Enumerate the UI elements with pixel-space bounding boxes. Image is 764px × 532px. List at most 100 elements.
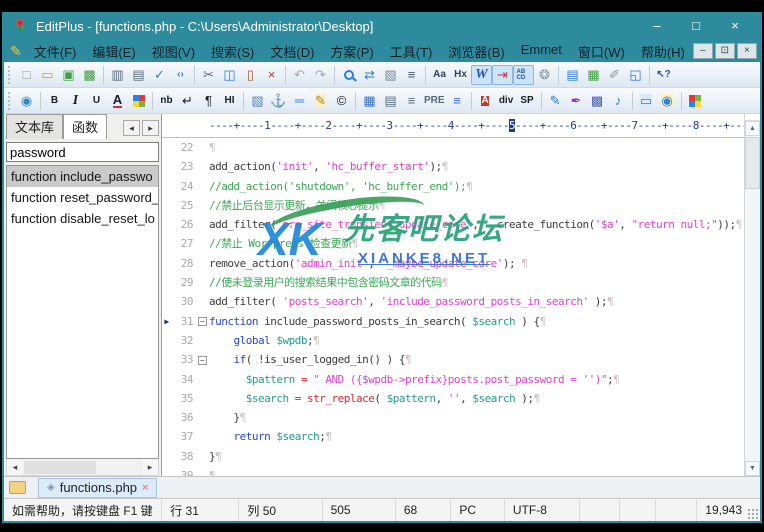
word-wrap-button[interactable]: W bbox=[471, 65, 492, 85]
title-bar[interactable]: EditPlus - [functions.php - C:\Users\Adm… bbox=[4, 12, 760, 40]
sidebar-hscrollbar[interactable]: ◂ ▸ bbox=[6, 459, 159, 476]
syntax-paint-button[interactable]: ✒ bbox=[566, 91, 587, 111]
scroll-down-icon[interactable]: ▼ bbox=[745, 461, 760, 476]
cliptext-window-button[interactable]: ▤ bbox=[562, 65, 583, 85]
toolbar-grip[interactable] bbox=[8, 92, 12, 110]
vscroll-thumb[interactable] bbox=[745, 137, 760, 189]
doc-close-button[interactable]: × bbox=[737, 43, 757, 59]
function-list-item-0[interactable]: function include_passwo bbox=[7, 166, 158, 187]
font-button[interactable]: Aa bbox=[429, 65, 450, 85]
print-button[interactable]: ▤ bbox=[128, 65, 149, 85]
hex-view-button[interactable]: Hx bbox=[450, 65, 471, 85]
save-file-button[interactable]: ▣ bbox=[58, 65, 79, 85]
paste-button[interactable]: ▯ bbox=[240, 65, 261, 85]
resize-grip[interactable] bbox=[747, 508, 758, 519]
doc-restore-button[interactable]: ⊡ bbox=[715, 43, 735, 59]
function-list-item-2[interactable]: function disable_reset_lo bbox=[7, 208, 158, 229]
menu-item-0[interactable]: 文件(F) bbox=[26, 42, 85, 61]
insert-movie-button[interactable]: ▩ bbox=[587, 91, 608, 111]
browser-window-button[interactable]: ◱ bbox=[625, 65, 646, 85]
styled-text-button[interactable]: A bbox=[475, 91, 496, 111]
fold-column[interactable]: − bbox=[195, 350, 209, 369]
maximize-button[interactable]: □ bbox=[680, 13, 712, 39]
menu-item-4[interactable]: 文档(D) bbox=[262, 42, 322, 61]
numbered-list-button[interactable]: ≡ bbox=[447, 91, 468, 111]
anchor-button[interactable]: ⚓ bbox=[268, 91, 289, 111]
sidebar-tab-1[interactable]: 函数 bbox=[63, 114, 107, 139]
minimize-button[interactable]: – bbox=[641, 13, 673, 39]
code-editor[interactable]: ----+----1----+----2----+----3----+----4… bbox=[162, 114, 744, 476]
context-help-button[interactable]: ↖? bbox=[653, 65, 674, 85]
tab-scroll-right-icon[interactable]: ▸ bbox=[142, 120, 159, 136]
font-color-button[interactable]: A bbox=[107, 91, 128, 111]
menu-item-7[interactable]: 浏览器(B) bbox=[440, 42, 512, 61]
doc-minimize-button[interactable]: – bbox=[693, 43, 713, 59]
tab-scroll-left-icon[interactable]: ◂ bbox=[123, 120, 140, 136]
document-tab-functions-php[interactable]: ◈ functions.php × bbox=[38, 478, 157, 498]
folder-icon[interactable] bbox=[9, 481, 26, 494]
find-in-files-button[interactable]: ▧ bbox=[380, 65, 401, 85]
vertical-scrollbar[interactable]: ▲ ▼ bbox=[744, 114, 760, 476]
insert-image-button[interactable]: ▧ bbox=[247, 91, 268, 111]
special-character-button[interactable]: © bbox=[331, 91, 352, 111]
insert-music-button[interactable]: ♪ bbox=[608, 91, 629, 111]
edit-source-button[interactable]: ✎ bbox=[545, 91, 566, 111]
function-search-input[interactable] bbox=[6, 142, 159, 162]
bold-button[interactable]: B bbox=[44, 91, 65, 111]
menu-item-2[interactable]: 视图(V) bbox=[144, 42, 203, 61]
window-color-button[interactable] bbox=[685, 91, 706, 111]
div-tag-button[interactable]: div bbox=[496, 91, 517, 111]
line-break-button[interactable]: ↵ bbox=[177, 91, 198, 111]
sidebar-tab-0[interactable]: 文本库 bbox=[6, 114, 63, 139]
spell-check-button[interactable]: ✓ bbox=[149, 65, 170, 85]
close-button[interactable]: × bbox=[719, 13, 751, 39]
color-palette-button[interactable] bbox=[128, 91, 149, 111]
menu-item-10[interactable]: 帮助(H) bbox=[633, 42, 693, 61]
function-list-item-1[interactable]: function reset_password_ bbox=[7, 187, 158, 208]
insert-table-button[interactable]: ▦ bbox=[359, 91, 380, 111]
hscroll-left-icon[interactable]: ◂ bbox=[7, 460, 23, 475]
code-area[interactable]: 22¶23add_action('init', 'hc_buffer_start… bbox=[162, 138, 744, 476]
reload-code-button[interactable]: ‹› bbox=[170, 65, 191, 85]
form-field-button[interactable]: ▭ bbox=[636, 91, 657, 111]
non-breaking-space-button[interactable]: nb bbox=[156, 91, 177, 111]
hscroll-right-icon[interactable]: ▸ bbox=[142, 460, 158, 475]
italic-button[interactable]: I bbox=[65, 91, 86, 111]
menu-item-3[interactable]: 搜索(S) bbox=[203, 42, 262, 61]
underline-button[interactable]: U bbox=[86, 91, 107, 111]
preformatted-button[interactable]: PRE bbox=[422, 91, 447, 111]
menu-item-1[interactable]: 编辑(E) bbox=[84, 42, 143, 61]
find-button[interactable] bbox=[338, 65, 359, 85]
comment-note-button[interactable]: ✎ bbox=[310, 91, 331, 111]
new-file-button[interactable]: □ bbox=[16, 65, 37, 85]
browser-preview-button[interactable]: ◉ bbox=[16, 91, 37, 111]
scroll-up-icon[interactable]: ▲ bbox=[745, 121, 760, 136]
menu-item-8[interactable]: Emmet bbox=[513, 42, 570, 61]
indent-guide-button[interactable]: ⇥ bbox=[492, 65, 513, 85]
preferences-button[interactable]: ❂ bbox=[534, 65, 555, 85]
copy-button[interactable]: ◫ bbox=[219, 65, 240, 85]
menu-item-6[interactable]: 工具(T) bbox=[382, 42, 441, 61]
heading-button[interactable]: HI bbox=[219, 91, 240, 111]
menu-item-9[interactable]: 窗口(W) bbox=[570, 42, 633, 61]
undo-button[interactable]: ↶ bbox=[289, 65, 310, 85]
tab-close-icon[interactable]: × bbox=[142, 482, 148, 494]
div-block-button[interactable]: ▤ bbox=[380, 91, 401, 111]
redo-button[interactable]: ↷ bbox=[310, 65, 331, 85]
paragraph-button[interactable]: ¶ bbox=[198, 91, 219, 111]
cut-button[interactable]: ✂ bbox=[198, 65, 219, 85]
file-manager-button[interactable]: ▦ bbox=[583, 65, 604, 85]
hscroll-thumb[interactable] bbox=[24, 461, 96, 474]
delete-button[interactable]: × bbox=[261, 65, 282, 85]
open-file-button[interactable]: ▭ bbox=[37, 65, 58, 85]
horizontal-rule-button[interactable]: ═ bbox=[289, 91, 310, 111]
user-tools-button[interactable]: ✐ bbox=[604, 65, 625, 85]
save-all-button[interactable]: ▩ bbox=[79, 65, 100, 85]
center-text-button[interactable]: ≡ bbox=[401, 91, 422, 111]
line-numbers-button[interactable]: AB CD bbox=[513, 65, 534, 85]
replace-button[interactable]: ⇄ bbox=[359, 65, 380, 85]
goto-line-button[interactable]: ≡ bbox=[401, 65, 422, 85]
print-preview-button[interactable]: ▥ bbox=[107, 65, 128, 85]
span-tag-button[interactable]: SP bbox=[517, 91, 538, 111]
fold-column[interactable]: − bbox=[195, 312, 209, 331]
